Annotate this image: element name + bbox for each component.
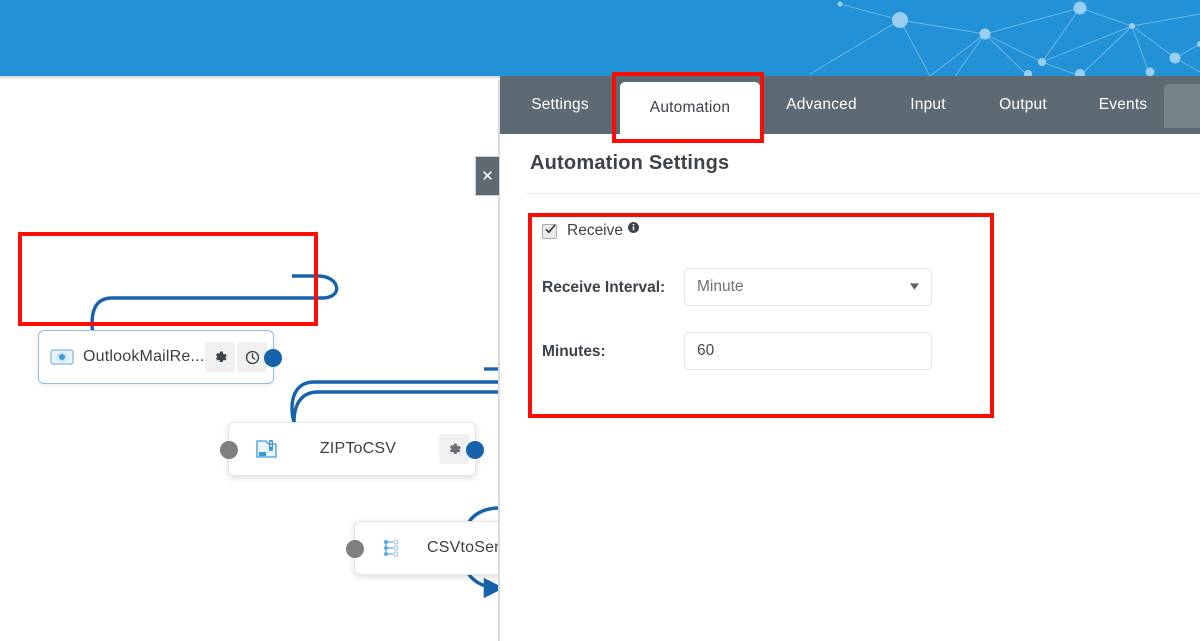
receive-interval-value: Minute	[697, 278, 744, 295]
tab-settings[interactable]: Settings	[500, 76, 620, 134]
gear-icon[interactable]	[205, 342, 235, 372]
tab-events[interactable]: Events	[1073, 76, 1173, 134]
section-divider	[526, 193, 1200, 194]
tab-automation[interactable]: Automation	[620, 82, 760, 134]
node-output-port[interactable]	[466, 441, 484, 459]
header-network-graphic	[809, 1, 1200, 76]
node-buttons[interactable]	[203, 342, 267, 372]
tab-output[interactable]: Output	[973, 76, 1073, 134]
info-icon[interactable]	[628, 222, 639, 233]
app-header	[0, 0, 1200, 76]
node-input-port[interactable]	[346, 540, 364, 558]
gear-icon[interactable]	[439, 434, 469, 464]
tab-advanced[interactable]: Advanced	[760, 76, 883, 134]
panel-body: Automation Settings Receive Receive Inte…	[500, 134, 1200, 641]
minutes-control[interactable]: 60	[684, 332, 992, 370]
clock-icon[interactable]	[237, 342, 267, 372]
receive-checkbox[interactable]	[542, 223, 557, 239]
node-output-port[interactable]	[264, 349, 282, 367]
node-title: ZIPToCSV	[319, 440, 397, 457]
minutes-row: Minutes: 60	[542, 332, 992, 370]
receive-label: Receive	[567, 222, 623, 239]
workflow-canvas[interactable]: OutlookMailRe... ZIPToCSV CSVtoSe	[0, 80, 500, 641]
tab-overflow-button[interactable]	[1164, 84, 1200, 128]
node-csv-to-sendgrid[interactable]: CSVtoSendG	[346, 521, 500, 575]
automation-settings-form: Receive Receive Interval: Minute Minutes…	[542, 220, 992, 370]
receive-row: Receive	[542, 220, 992, 242]
node-title: CSVtoSendG	[426, 539, 500, 556]
outlook-mail-icon	[50, 349, 74, 365]
receive-interval-control[interactable]: Minute	[684, 268, 992, 306]
node-zip-to-csv[interactable]: ZIPToCSV	[220, 422, 484, 476]
tab-bar: Settings Automation Advanced Input Outpu…	[500, 76, 1200, 134]
node-input-port[interactable]	[220, 441, 238, 459]
chevron-down-icon	[910, 283, 919, 290]
minutes-input[interactable]: 60	[684, 332, 932, 370]
tab-input[interactable]: Input	[883, 76, 973, 134]
zip-file-icon	[256, 440, 277, 458]
flow-branch-icon	[384, 539, 399, 557]
checkmark-icon	[545, 224, 556, 233]
node-outlook-mail-receive[interactable]: OutlookMailRe...	[38, 330, 282, 384]
receive-interval-row: Receive Interval: Minute	[542, 268, 992, 306]
page-title: Automation Settings	[530, 152, 730, 174]
close-icon[interactable]: ✕	[475, 156, 500, 196]
receive-interval-label: Receive Interval:	[542, 279, 666, 296]
node-buttons[interactable]	[437, 434, 469, 464]
minutes-value: 60	[697, 342, 715, 359]
node-title: OutlookMailRe...	[83, 348, 203, 365]
detail-panel: Settings Automation Advanced Input Outpu…	[500, 76, 1200, 641]
receive-interval-select[interactable]: Minute	[684, 268, 932, 306]
minutes-label: Minutes:	[542, 343, 606, 360]
